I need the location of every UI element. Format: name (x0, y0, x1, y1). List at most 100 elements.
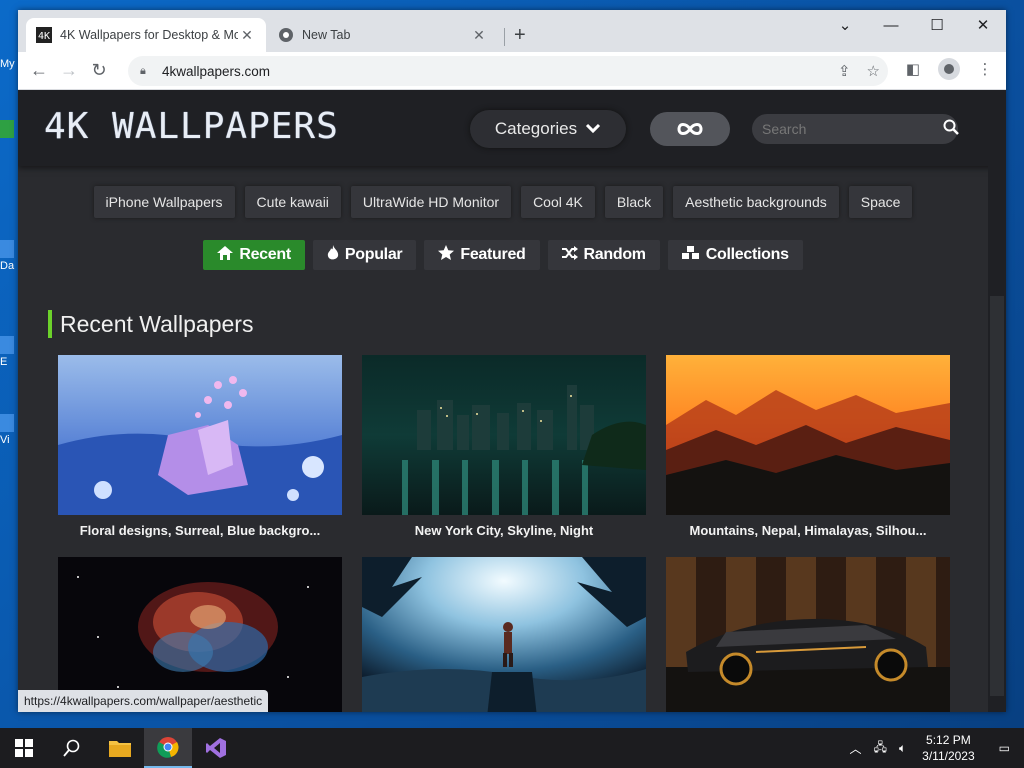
tag-iphone-wallpapers[interactable]: iPhone Wallpapers (93, 186, 235, 218)
clock[interactable]: 5:12 PM 3/11/2023 (912, 732, 985, 764)
wallpaper-card[interactable] (58, 557, 342, 712)
wallpaper-card[interactable]: Mountains, Nepal, Himalayas, Silhou... (666, 355, 950, 545)
filter-random[interactable]: Random (547, 240, 660, 270)
desktop-icon-label: E (0, 356, 8, 368)
desktop-icon-label: My (0, 58, 15, 70)
star-icon (438, 244, 455, 266)
bookmark-star-icon[interactable]: ☆ (867, 62, 880, 80)
categories-button[interactable]: Categories (470, 110, 626, 148)
chrome-icon (278, 27, 294, 43)
system-tray: ︿ 🖧︎ 🔈︎ 5:12 PM 3/11/2023 ▭ (844, 728, 1024, 768)
wallpaper-thumbnail[interactable] (362, 557, 646, 712)
link-status-bar: https://4kwallpapers.com/wallpaper/aesth… (18, 690, 269, 712)
reload-button[interactable]: ↻ (84, 56, 114, 86)
notifications-icon[interactable]: ▭ (985, 741, 1024, 755)
filter-collections[interactable]: Collections (667, 240, 803, 270)
menu-kebab-icon[interactable]: ⋮ (972, 56, 998, 82)
close-tab-icon[interactable]: ✕ (238, 27, 256, 44)
start-button[interactable] (0, 728, 48, 768)
wallpaper-thumbnail[interactable] (58, 355, 342, 515)
browser-toolbar: ← → ↻ 🔒︎ 4kwallpapers.com ⇪ ☆ ◧ ⋮ (18, 52, 1006, 90)
wallpaper-caption[interactable]: New York City, Skyline, Night (362, 515, 646, 545)
home-icon (217, 245, 234, 265)
infinity-icon (676, 116, 704, 142)
scrollbar-thumb[interactable] (990, 296, 1004, 696)
close-tab-icon[interactable]: ✕ (470, 27, 488, 44)
desktop-icon-da[interactable]: Da (0, 240, 18, 272)
wallpaper-thumbnail[interactable] (58, 557, 342, 712)
tag-cute-kawaii[interactable]: Cute kawaii (244, 186, 341, 218)
tag-ultrawide[interactable]: UltraWide HD Monitor (350, 186, 512, 218)
wallpaper-caption[interactable]: Floral designs, Surreal, Blue backgro... (58, 515, 342, 545)
taskbar: ︿ 🖧︎ 🔈︎ 5:12 PM 3/11/2023 ▭ (0, 728, 1024, 768)
visual-studio-icon[interactable] (192, 728, 240, 768)
chrome-taskbar-icon[interactable] (144, 728, 192, 768)
sort-filters: Recent Popular Featured Random Collectio… (18, 240, 988, 270)
search-input[interactable] (762, 121, 943, 137)
clock-time: 5:12 PM (926, 733, 971, 747)
desktop-icon-tile[interactable] (0, 120, 18, 140)
filter-label: Random (583, 246, 647, 263)
tab-search-icon[interactable]: ⌄ (822, 10, 868, 40)
infinite-scroll-button[interactable] (650, 112, 730, 146)
tag-space[interactable]: Space (848, 186, 913, 218)
desktop-icon-my[interactable]: My (0, 58, 18, 70)
address-bar[interactable]: 🔒︎ 4kwallpapers.com ⇪ ☆ (128, 56, 888, 86)
wallpaper-caption[interactable]: Mountains, Nepal, Himalayas, Silhou... (666, 515, 950, 545)
wallpaper-card[interactable]: Floral designs, Surreal, Blue backgro... (58, 355, 342, 545)
site-logo[interactable]: 4K WALLPAPERS (44, 106, 339, 147)
side-panel-icon[interactable]: ◧ (900, 56, 926, 82)
wallpaper-card[interactable] (362, 557, 646, 712)
maximize-button[interactable]: ☐ (914, 10, 960, 40)
desktop-icon-e[interactable]: E (0, 336, 18, 368)
wallpaper-thumbnail[interactable] (362, 355, 646, 515)
share-icon[interactable]: ⇪ (838, 62, 851, 80)
filter-label: Popular (344, 246, 403, 263)
search-taskbar-icon[interactable] (48, 728, 96, 768)
profile-avatar[interactable] (936, 56, 962, 82)
desktop-icon-label: Vi (0, 434, 10, 446)
site-favicon-icon: 4K (36, 27, 52, 43)
chevron-up-icon[interactable]: ︿ (844, 740, 868, 757)
page-scrollbar[interactable] (988, 166, 1006, 712)
tab-title: New Tab (302, 28, 351, 42)
wallpaper-thumbnail[interactable] (666, 355, 950, 515)
file-explorer-icon[interactable] (96, 728, 144, 768)
tag-black[interactable]: Black (604, 186, 664, 218)
lock-icon: 🔒︎ (140, 64, 146, 77)
filter-featured[interactable]: Featured (424, 240, 540, 270)
search-icon[interactable] (943, 119, 959, 140)
filter-recent[interactable]: Recent (203, 240, 305, 270)
clock-date: 3/11/2023 (922, 749, 975, 763)
new-tab-button[interactable]: + (514, 24, 526, 47)
back-button[interactable]: ← (24, 56, 54, 86)
filter-popular[interactable]: Popular (312, 240, 417, 270)
volume-icon[interactable]: 🔈︎ (893, 741, 912, 756)
wallpaper-card[interactable] (666, 557, 950, 712)
filter-label: Recent (239, 246, 291, 263)
tab-title: 4K Wallpapers for Desktop & Mo (60, 28, 238, 42)
shuffle-icon (561, 245, 578, 265)
browser-window: 4K 4K Wallpapers for Desktop & Mo ✕ New … (18, 10, 1006, 712)
cubes-icon (681, 245, 700, 265)
network-icon[interactable]: 🖧︎ (868, 738, 893, 759)
forward-button[interactable]: → (54, 56, 84, 86)
categories-label: Categories (494, 119, 578, 138)
filter-label: Collections (705, 246, 789, 263)
tag-aesthetic[interactable]: Aesthetic backgrounds (673, 186, 839, 218)
desktop-icon-label: Da (0, 260, 15, 272)
close-window-button[interactable]: ✕ (960, 10, 1006, 40)
filter-label: Featured (460, 246, 526, 263)
wallpaper-card[interactable]: New York City, Skyline, Night (362, 355, 646, 545)
section-title: Recent Wallpapers (48, 310, 253, 338)
minimize-button[interactable]: — (868, 10, 914, 40)
tab-strip: 4K 4K Wallpapers for Desktop & Mo ✕ New … (18, 10, 1006, 52)
popular-tags: iPhone Wallpapers Cute kawaii UltraWide … (18, 186, 988, 218)
tab-4kwallpapers[interactable]: 4K 4K Wallpapers for Desktop & Mo ✕ (26, 18, 266, 52)
wallpaper-thumbnail[interactable] (666, 557, 950, 712)
site-header: 4K WALLPAPERS Categories (18, 90, 1006, 166)
desktop-icon-vi[interactable]: Vi (0, 414, 18, 446)
tag-cool-4k[interactable]: Cool 4K (521, 186, 595, 218)
windows-logo-icon (15, 739, 33, 757)
tab-new-tab[interactable]: New Tab ✕ (268, 18, 498, 52)
